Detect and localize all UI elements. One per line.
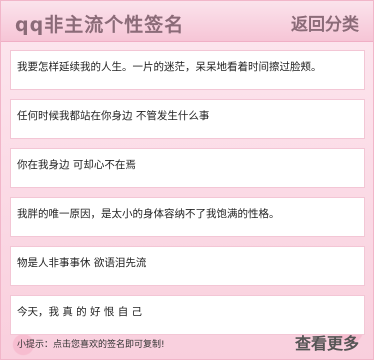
back-to-categories-link[interactable]: 返回分类 <box>291 10 359 35</box>
signature-panel: qq非主流个性签名 返回分类 我要怎样延续我的人生。一片的迷茫，呆呆地看着时间擦… <box>0 0 374 360</box>
signature-item[interactable]: 我胖的唯一原因，是太小的身体容纳不了我饱满的性格。 <box>10 197 365 237</box>
signature-item[interactable]: 我要怎样延续我的人生。一片的迷茫，呆呆地看着时间擦过脸颊。 <box>10 50 365 90</box>
page-title: qq非主流个性签名 <box>15 14 185 36</box>
signature-item[interactable]: 物是人非事事休 欲语泪先流 <box>10 246 365 286</box>
copy-hint-text: 小提示：点击您喜欢的签名即可复制! <box>17 340 165 350</box>
header-bar: qq非主流个性签名 返回分类 <box>1 1 373 42</box>
signature-item[interactable]: 任何时候我都站在你身边 不管发生什么事 <box>10 99 365 139</box>
signature-item[interactable]: 今天，我 真 的 好 恨 自 己 <box>10 295 365 335</box>
signature-list: 我要怎样延续我的人生。一片的迷茫，呆呆地看着时间擦过脸颊。 任何时候我都站在你身… <box>10 50 365 344</box>
signature-item[interactable]: 你在我身边 可却心不在焉 <box>10 148 365 188</box>
view-more-link[interactable]: 查看更多 <box>295 330 359 354</box>
